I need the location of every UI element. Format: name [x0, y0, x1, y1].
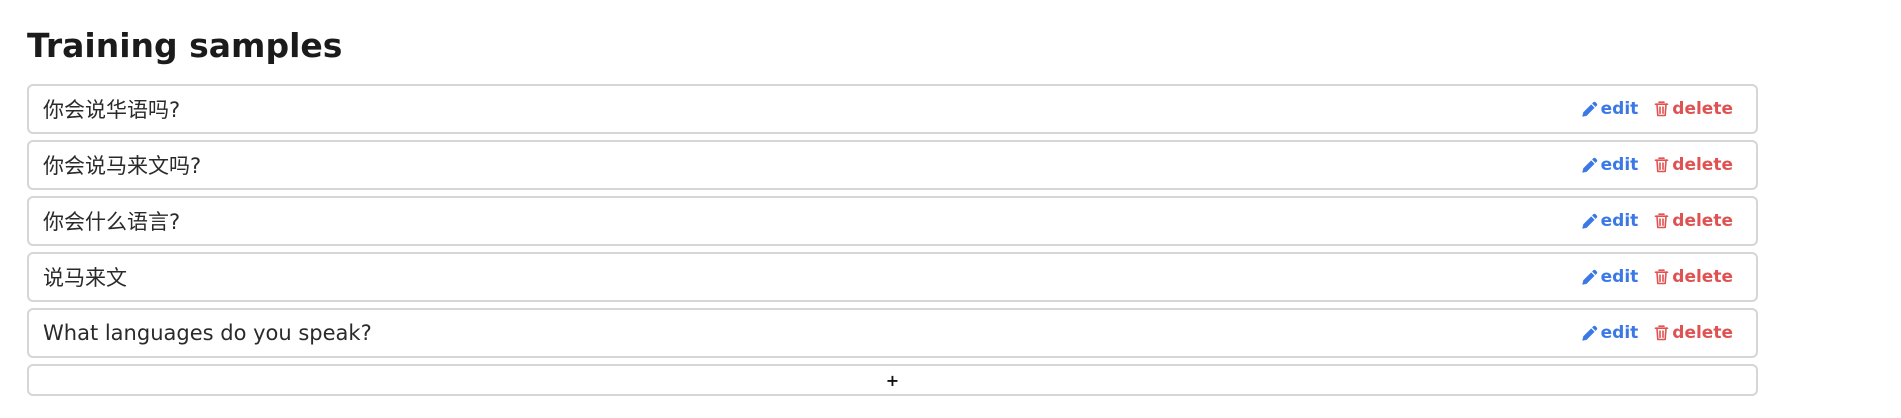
sample-text: 你会说马来文吗? — [43, 154, 202, 178]
edit-label: edit — [1600, 323, 1639, 343]
trash-icon — [1654, 325, 1669, 341]
sample-row: 你会说华语吗? edit delete — [27, 84, 1758, 134]
trash-icon — [1654, 101, 1669, 117]
sample-text: 你会说华语吗? — [43, 98, 181, 122]
delete-button[interactable]: delete — [1654, 211, 1733, 231]
sample-text: 说马来文 — [43, 266, 127, 290]
edit-button[interactable]: edit — [1582, 155, 1639, 175]
pencil-icon — [1582, 101, 1597, 117]
edit-label: edit — [1600, 211, 1639, 231]
row-actions: edit delete — [1582, 99, 1733, 119]
edit-label: edit — [1600, 267, 1639, 287]
sample-row: What languages do you speak? edit delete — [27, 308, 1758, 358]
delete-label: delete — [1672, 99, 1733, 119]
delete-label: delete — [1672, 267, 1733, 287]
sample-row: 你会说马来文吗? edit delete — [27, 140, 1758, 190]
pencil-icon — [1582, 325, 1597, 341]
delete-label: delete — [1672, 155, 1733, 175]
delete-label: delete — [1672, 211, 1733, 231]
row-actions: edit delete — [1582, 155, 1733, 175]
row-actions: edit delete — [1582, 211, 1733, 231]
delete-button[interactable]: delete — [1654, 99, 1733, 119]
edit-button[interactable]: edit — [1582, 99, 1639, 119]
delete-button[interactable]: delete — [1654, 323, 1733, 343]
pencil-icon — [1582, 269, 1597, 285]
section-title: Training samples — [27, 26, 343, 65]
add-sample-button[interactable]: + — [27, 364, 1758, 396]
row-actions: edit delete — [1582, 267, 1733, 287]
pencil-icon — [1582, 213, 1597, 229]
pencil-icon — [1582, 157, 1597, 173]
training-samples-panel: Training samples 你会说华语吗? edit delete 你会说… — [27, 22, 1758, 396]
edit-button[interactable]: edit — [1582, 211, 1639, 231]
edit-button[interactable]: edit — [1582, 267, 1639, 287]
delete-label: delete — [1672, 323, 1733, 343]
delete-button[interactable]: delete — [1654, 267, 1733, 287]
sample-text: 你会什么语言? — [43, 210, 181, 234]
edit-label: edit — [1600, 155, 1639, 175]
edit-button[interactable]: edit — [1582, 323, 1639, 343]
sample-text: What languages do you speak? — [43, 321, 372, 345]
trash-icon — [1654, 213, 1669, 229]
delete-button[interactable]: delete — [1654, 155, 1733, 175]
samples-list: 你会说华语吗? edit delete 你会说马来文吗? edit delete… — [27, 84, 1758, 396]
sample-row: 说马来文 edit delete — [27, 252, 1758, 302]
row-actions: edit delete — [1582, 323, 1733, 343]
trash-icon — [1654, 269, 1669, 285]
trash-icon — [1654, 157, 1669, 173]
sample-row: 你会什么语言? edit delete — [27, 196, 1758, 246]
edit-label: edit — [1600, 99, 1639, 119]
add-label: + — [885, 370, 900, 390]
